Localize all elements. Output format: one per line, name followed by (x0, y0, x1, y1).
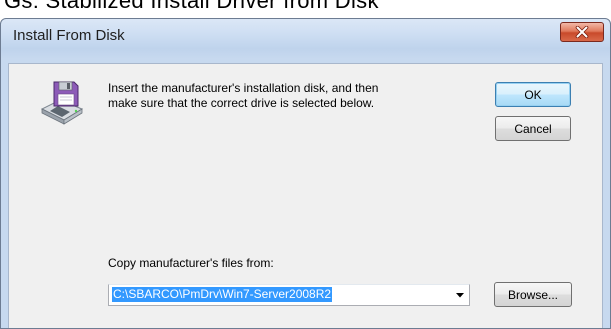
browse-button[interactable]: Browse... (494, 282, 572, 307)
close-icon (575, 26, 589, 38)
instruction-message: Insert the manufacturer's installation d… (108, 81, 468, 111)
instruction-line-1: Insert the manufacturer's installation d… (108, 81, 379, 95)
dropdown-button[interactable] (451, 285, 469, 305)
close-button[interactable] (560, 22, 604, 42)
ok-button[interactable]: OK (495, 82, 571, 107)
chevron-down-icon (456, 292, 464, 297)
floppy-disk-drive-icon (40, 81, 84, 125)
dialog-title: Install From Disk (13, 27, 125, 44)
install-from-disk-dialog: Install From Disk Insert the manufacture… (0, 18, 611, 329)
background-document-strip: Gs: Stabilized Install Driver from Disk (0, 0, 611, 18)
title-bar[interactable]: Install From Disk (1, 19, 610, 63)
dialog-body: Insert the manufacturer's installation d… (8, 63, 603, 328)
cancel-button[interactable]: Cancel (495, 116, 571, 141)
instruction-line-2: make sure that the correct drive is sele… (108, 96, 375, 110)
path-value[interactable]: C:\SBARCO\PmDrv\Win7-Server2008R2 (112, 287, 333, 302)
copy-from-label: Copy manufacturer's files from: (108, 256, 274, 270)
copy-from-combobox[interactable]: C:\SBARCO\PmDrv\Win7-Server2008R2 (108, 284, 470, 306)
background-text: Gs: Stabilized Install Driver from Disk (4, 0, 379, 13)
